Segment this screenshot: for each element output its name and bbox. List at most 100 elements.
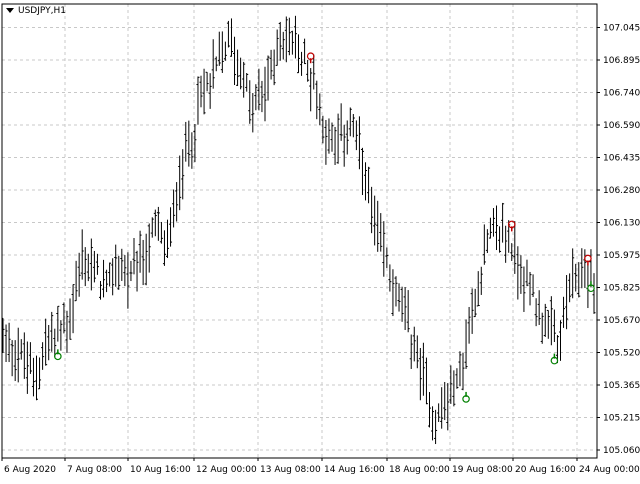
ohlc-bar — [44, 318, 48, 366]
ohlc-bar — [251, 93, 255, 133]
ohlc-bar — [287, 17, 291, 56]
ohlc-bar — [217, 31, 221, 66]
ohlc-bar — [114, 244, 118, 287]
ohlc-bar — [427, 392, 431, 428]
ohlc-bar — [321, 115, 325, 144]
ohlc-bar — [4, 324, 8, 362]
ohlc-bar — [123, 255, 127, 287]
ohlc-bar — [367, 166, 371, 204]
ohlc-bar — [208, 73, 212, 109]
ohlc-bar — [431, 406, 435, 441]
ohlc-bar — [68, 298, 72, 340]
y-tick-label: 105.670 — [603, 316, 640, 326]
sell-signal-marker — [584, 254, 592, 266]
ohlc-bar — [504, 225, 508, 263]
symbol-label: USDJPY,H1 — [18, 6, 66, 16]
x-tick-label: 14 Aug 16:00 — [324, 465, 385, 475]
ohlc-bar — [409, 334, 413, 369]
ohlc-bar — [351, 114, 355, 138]
x-tick-label: 7 Aug 08:00 — [67, 465, 122, 475]
ohlc-bar — [455, 368, 459, 389]
ohlc-bar — [315, 80, 319, 120]
ohlc-bar — [233, 36, 237, 86]
buy-signal-marker — [462, 391, 470, 403]
ohlc-bar — [464, 319, 468, 369]
ohlc-bar — [53, 328, 57, 357]
ohlc-bar — [403, 287, 407, 331]
ohlc-bar — [498, 226, 502, 253]
y-tick-label: 106.895 — [603, 56, 640, 66]
ohlc-bar — [400, 286, 404, 322]
ohlc-bar — [95, 253, 99, 275]
x-tick-label: 13 Aug 08:00 — [260, 465, 321, 475]
ohlc-bar — [38, 357, 42, 390]
sell-signal-marker — [507, 220, 516, 232]
ohlc-bar — [138, 230, 142, 273]
ohlc-bar — [199, 75, 203, 108]
ohlc-bar — [47, 325, 51, 361]
ohlc-bar — [424, 357, 428, 405]
ohlc-bar — [239, 57, 243, 90]
ohlc-bar — [245, 72, 249, 92]
y-tick-label: 105.365 — [603, 381, 640, 391]
ohlc-bar — [300, 51, 304, 76]
ohlc-bar — [147, 223, 151, 273]
ohlc-bar — [236, 49, 240, 86]
ohlc-bar — [65, 310, 69, 353]
ohlc-bar — [577, 262, 581, 298]
y-tick-label: 105.215 — [603, 414, 640, 424]
ohlc-bar — [534, 298, 538, 327]
ohlc-bar — [565, 275, 569, 330]
chart-window[interactable]: 107.045 106.895 106.740 106.590 106.435 106.2… — [0, 0, 640, 480]
ohlc-bar — [470, 288, 474, 334]
symbol-header[interactable]: USDJPY,H1 — [6, 6, 66, 16]
y-tick-label: 106.435 — [603, 154, 640, 164]
ohlc-bar — [421, 342, 425, 396]
x-tick-label: 10 Aug 16:00 — [130, 465, 191, 475]
ohlc-bar — [71, 284, 75, 334]
ohlc-bar — [129, 260, 133, 282]
x-tick-label: 20 Aug 16:00 — [515, 465, 576, 475]
ohlc-bar — [415, 335, 419, 369]
ohlc-bar — [339, 103, 343, 141]
ohlc-bar — [528, 271, 532, 306]
ohlc-bar — [86, 253, 90, 282]
ohlc-bar — [495, 205, 499, 251]
y-tick-label: 106.590 — [603, 121, 640, 131]
ohlc-bar — [385, 247, 389, 269]
ohlc-bar — [549, 296, 553, 346]
ohlc-bar — [226, 20, 230, 48]
x-tick-label: 6 Aug 2020 — [4, 465, 56, 475]
ohlc-bar — [50, 311, 54, 352]
ohlc-bar — [562, 296, 566, 328]
ohlc-bar — [117, 255, 121, 290]
ohlc-bar — [7, 322, 11, 363]
ohlc-bar — [184, 121, 188, 162]
ohlc-bar — [190, 132, 194, 169]
ohlc-bar — [169, 207, 173, 247]
ohlc-bar — [89, 238, 93, 291]
triangle-down-icon[interactable] — [6, 8, 14, 13]
ohlc-bar — [336, 113, 340, 164]
ohlc-bar — [178, 155, 182, 211]
ohlc-bar — [558, 320, 562, 361]
ohlc-bar — [175, 182, 179, 222]
ohlc-bar — [102, 259, 106, 298]
price-chart[interactable]: 107.045 106.895 106.740 106.590 106.435 106.2… — [0, 0, 640, 480]
ohlc-bar — [519, 255, 523, 294]
ohlc-bar — [223, 41, 227, 61]
ohlc-bar — [330, 122, 334, 152]
ohlc-bar — [592, 273, 596, 314]
ohlc-bar — [458, 351, 462, 387]
ohlc-bar — [540, 312, 544, 344]
ohlc-bar — [440, 387, 444, 429]
ohlc-bar — [248, 80, 252, 124]
ohlc-bar — [412, 326, 416, 362]
ohlc-bar — [202, 68, 206, 115]
ohlc-bar — [552, 309, 556, 343]
ohlc-bar — [83, 247, 87, 287]
y-tick-label: 105.825 — [603, 284, 640, 294]
y-tick-label: 106.130 — [603, 219, 640, 229]
ohlc-bar — [31, 357, 35, 397]
y-tick-label: 107.045 — [603, 24, 640, 34]
